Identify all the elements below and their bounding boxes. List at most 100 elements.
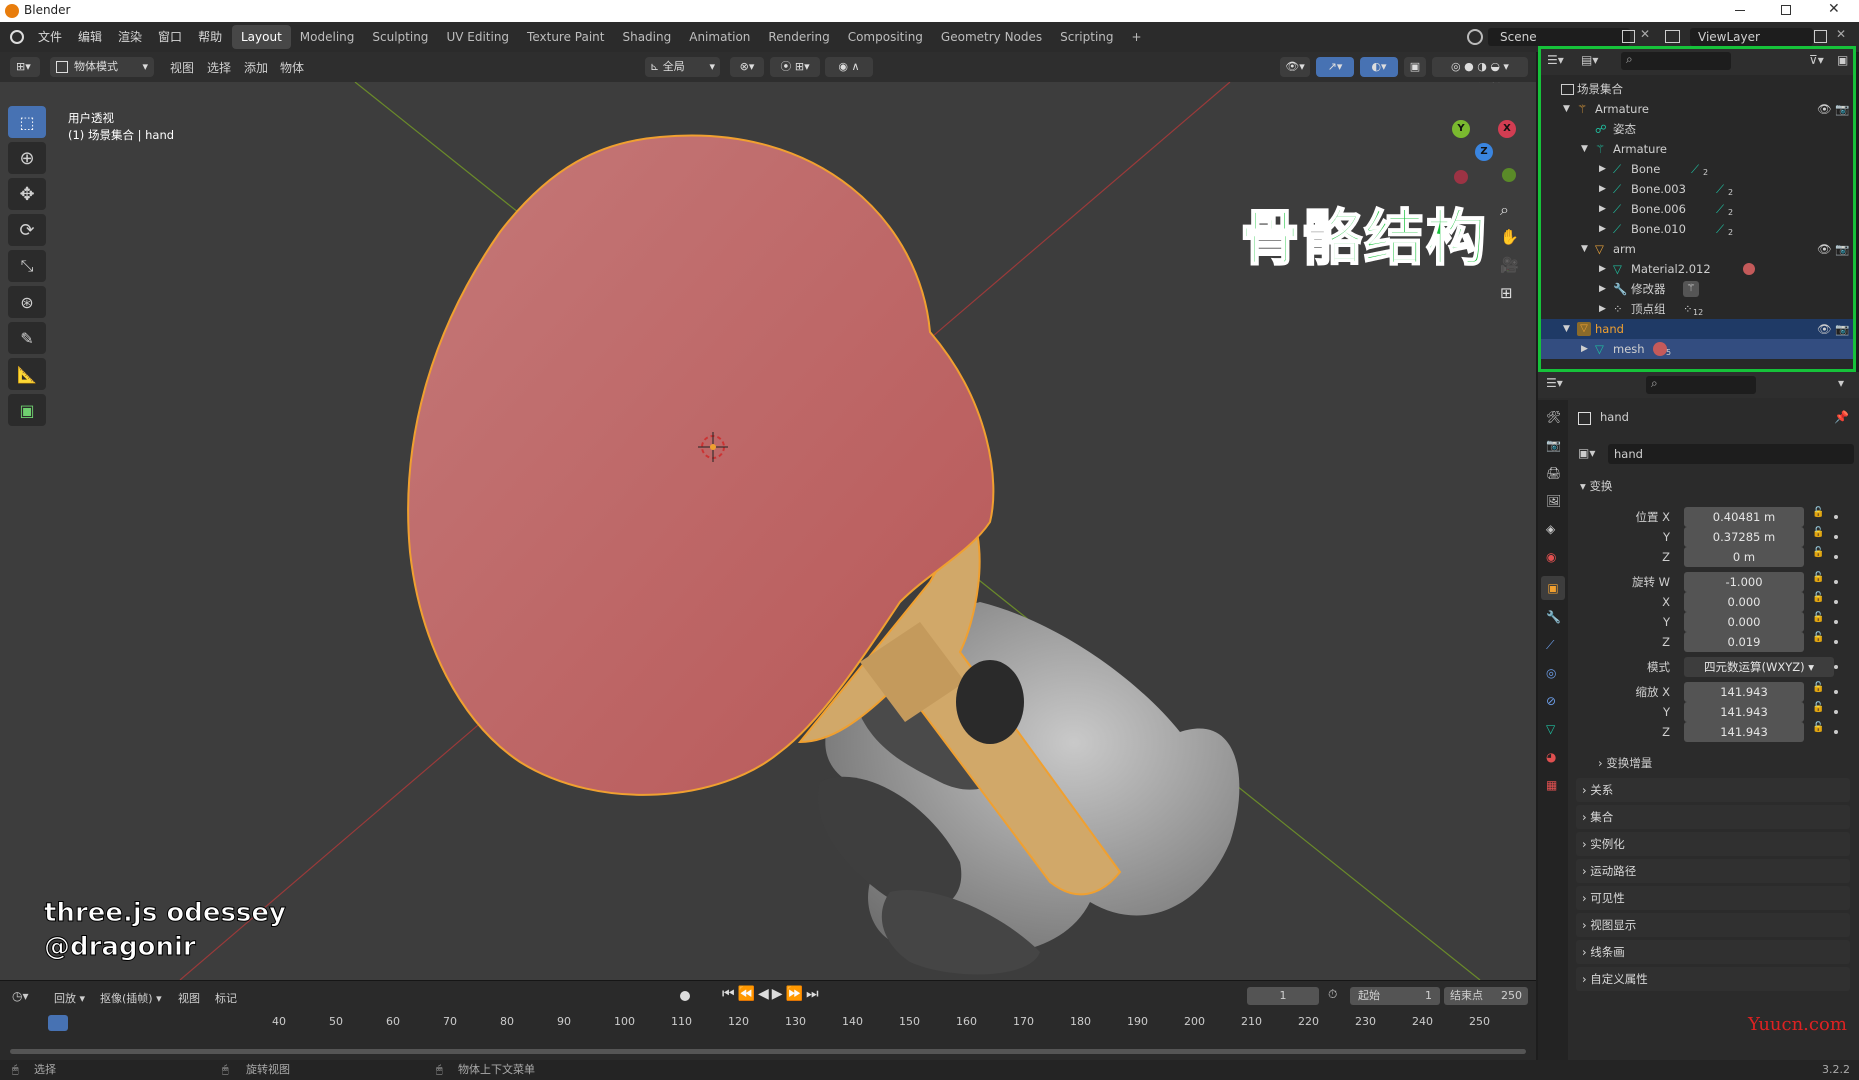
annotate-tool[interactable]: ✎ — [8, 322, 46, 354]
scale-x-field[interactable]: 141.943 — [1684, 682, 1804, 702]
modifier-tab-icon[interactable]: 🔧 — [1546, 610, 1561, 624]
display-mode-icon[interactable]: ▤▾ — [1581, 53, 1598, 67]
lock-icon[interactable]: 🔓 — [1812, 592, 1824, 603]
render-camera-icon[interactable]: 📷 — [1835, 99, 1849, 119]
tab-scripting[interactable]: Scripting — [1051, 25, 1122, 49]
current-frame-field[interactable]: 1 — [1247, 987, 1319, 1005]
delete-scene-icon[interactable]: ✕ — [1640, 27, 1650, 41]
timeline-scrollbar[interactable] — [10, 1049, 1526, 1054]
tab-texture-paint[interactable]: Texture Paint — [518, 25, 613, 49]
render-camera-icon[interactable]: 📷 — [1835, 319, 1849, 339]
panel-relations[interactable]: › 关系 — [1576, 778, 1850, 802]
menu-help[interactable]: 帮助 — [190, 22, 230, 52]
options-dropdown[interactable]: 选项 ▾ — [1478, 82, 1509, 85]
expand-arrow-icon[interactable]: ▶ — [1581, 339, 1588, 359]
scale-tool[interactable]: ⤡ — [8, 250, 46, 282]
outliner-row-arm[interactable]: ▼ ▽ arm 👁 📷 — [1541, 239, 1853, 259]
panel-viewport-display[interactable]: › 视图显示 — [1576, 913, 1850, 937]
lock-icon[interactable]: 🔓 — [1812, 722, 1824, 733]
timeline-menu-keying[interactable]: 抠像(插帧) ▾ — [100, 990, 162, 1006]
3d-viewport[interactable]: 用户透视 (1) 场景集合 | hand 骨骼结构 Y X Z ⌕ ✋ 🎥 ⊞ … — [0, 82, 1536, 980]
navigation-gizmo[interactable]: Y X Z — [1440, 112, 1520, 192]
scene-icon[interactable] — [1467, 29, 1483, 45]
delete-view-layer-icon[interactable]: ✕ — [1836, 27, 1846, 41]
blender-menu-icon[interactable] — [10, 30, 24, 44]
lock-icon[interactable]: 🔓 — [1812, 507, 1824, 518]
menu-render[interactable]: 渲染 — [110, 22, 150, 52]
rotation-x-field[interactable]: 0.000 — [1684, 592, 1804, 612]
outliner-row-mesh[interactable]: ▶ ▽ mesh 5 — [1541, 339, 1853, 359]
expand-arrow-icon[interactable]: ▶ — [1599, 199, 1606, 219]
measure-tool[interactable]: 📐 — [8, 358, 46, 390]
menu-window[interactable]: 窗口 — [150, 22, 190, 52]
restore-icon[interactable] — [1781, 5, 1791, 15]
timeline-ruler[interactable]: 40 50 60 70 80 90 100 110 120 130 140 150 160 170 180 1… — [10, 1013, 1526, 1037]
expand-arrow-icon[interactable]: ▶ — [1599, 219, 1606, 239]
add-cube-tool[interactable]: ▣ — [8, 394, 46, 426]
view-object-types-icon[interactable]: 👁▾ — [1280, 57, 1310, 77]
timeline-editor-icon[interactable]: ◷▾ — [12, 989, 29, 1003]
close-icon[interactable]: ✕ — [1828, 1, 1840, 17]
rotation-y-field[interactable]: 0.000 — [1684, 612, 1804, 632]
keyframe-dot-icon[interactable] — [1834, 690, 1838, 694]
expand-arrow-icon[interactable]: ▼ — [1581, 239, 1588, 259]
rotation-w-field[interactable]: -1.000 — [1684, 572, 1804, 592]
editor-type-icon[interactable]: ⊞▾ — [10, 57, 40, 77]
viewport-menu-select[interactable]: 选择 — [207, 59, 231, 76]
properties-options-icon[interactable]: ▾ — [1838, 376, 1844, 390]
properties-search-input[interactable]: ⌕ — [1646, 376, 1756, 394]
transform-orientation-dropdown[interactable]: ⊾ 全局 ▾ — [645, 57, 720, 77]
outliner-row-modifiers[interactable]: ▶ 🔧 修改器 ⚚ — [1541, 279, 1853, 299]
object-tab-icon[interactable]: ▣ — [1541, 576, 1565, 600]
pin-icon[interactable]: 📌 — [1834, 410, 1849, 424]
rotation-mode-dropdown[interactable]: 四元数运算(WXYZ) ▾ — [1684, 657, 1834, 677]
end-frame-field[interactable]: 结束点 250 — [1444, 987, 1528, 1005]
constraints-tab-icon[interactable]: ⊘ — [1546, 694, 1556, 708]
expand-arrow-icon[interactable]: ▶ — [1599, 159, 1606, 179]
keyframe-dot-icon[interactable] — [1834, 710, 1838, 714]
location-x-field[interactable]: 0.40481 m — [1684, 507, 1804, 527]
pan-hand-icon[interactable]: ✋ — [1500, 228, 1519, 246]
texture-tab-icon[interactable]: ▦ — [1546, 778, 1557, 792]
tab-animation[interactable]: Animation — [680, 25, 759, 49]
properties-editor-icon[interactable]: ☰▾ — [1546, 376, 1563, 390]
scale-y-field[interactable]: 141.943 — [1684, 702, 1804, 722]
lock-icon[interactable]: 🔓 — [1812, 572, 1824, 583]
keyframe-dot-icon[interactable] — [1834, 515, 1838, 519]
menu-file[interactable]: 文件 — [30, 22, 70, 52]
xray-toggle[interactable]: ▣ — [1404, 57, 1426, 77]
timeline-menu-marker[interactable]: 标记 — [215, 990, 237, 1006]
tool-tab-icon[interactable]: 🛠 — [1546, 410, 1561, 424]
expand-arrow-icon[interactable]: ▼ — [1563, 319, 1570, 339]
gizmo-toggle[interactable]: ↗▾ — [1316, 57, 1354, 77]
expand-arrow-icon[interactable]: ▶ — [1599, 179, 1606, 199]
outliner-row-bone[interactable]: ▶ ⟋ Bone ⟋ 2 — [1541, 159, 1853, 179]
playback-controls[interactable]: ⏮⏪◀▶⏩⏭ — [722, 986, 822, 1002]
zoom-icon[interactable]: ⌕ — [1500, 200, 1509, 220]
gizmo-neg-x[interactable] — [1454, 170, 1468, 184]
tab-uv-editing[interactable]: UV Editing — [437, 25, 518, 49]
new-view-layer-icon[interactable] — [1814, 30, 1827, 43]
gizmo-y-axis[interactable]: Y — [1452, 120, 1470, 138]
panel-instancing[interactable]: › 实例化 — [1576, 832, 1850, 856]
start-frame-field[interactable]: 起始 1 — [1350, 987, 1440, 1005]
keyframe-dot-icon[interactable] — [1834, 555, 1838, 559]
expand-arrow-icon[interactable]: ▼ — [1563, 99, 1570, 119]
select-box-tool[interactable]: ⬚ — [8, 106, 46, 138]
playhead[interactable] — [48, 1015, 68, 1031]
render-tab-icon[interactable]: 📷 — [1546, 438, 1561, 452]
outliner-editor-icon[interactable]: ☰▾ — [1547, 53, 1564, 67]
lock-icon[interactable]: 🔓 — [1812, 702, 1824, 713]
data-tab-icon[interactable]: ▽ — [1546, 722, 1555, 736]
tab-rendering[interactable]: Rendering — [759, 25, 838, 49]
delta-transform-subpanel[interactable]: › 变换增量 — [1598, 755, 1652, 771]
lock-icon[interactable]: 🔓 — [1812, 547, 1824, 558]
keyframe-dot-icon[interactable] — [1834, 535, 1838, 539]
physics-tab-icon[interactable]: ◎ — [1546, 666, 1556, 680]
panel-visibility[interactable]: › 可见性 — [1576, 886, 1850, 910]
tab-modeling[interactable]: Modeling — [291, 25, 364, 49]
timeline-menu-view[interactable]: 视图 — [178, 990, 200, 1006]
transform-panel-header[interactable]: ▾ 变换 — [1580, 478, 1612, 494]
outliner-search-input[interactable]: ⌕ — [1621, 52, 1731, 70]
object-name-field[interactable]: hand — [1608, 444, 1854, 464]
